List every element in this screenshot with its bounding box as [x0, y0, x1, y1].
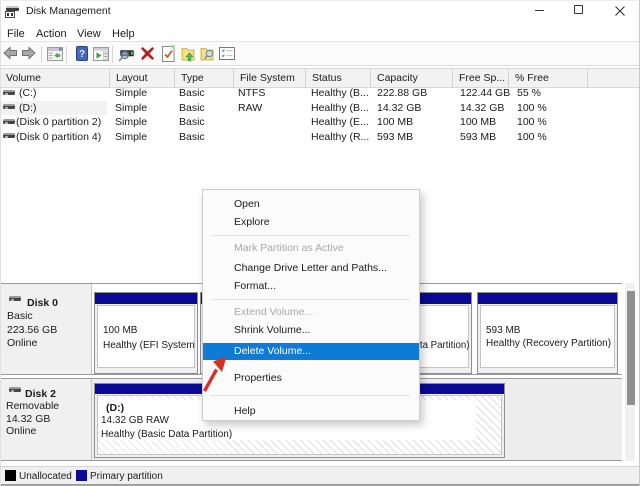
- svg-text:?: ?: [79, 49, 85, 60]
